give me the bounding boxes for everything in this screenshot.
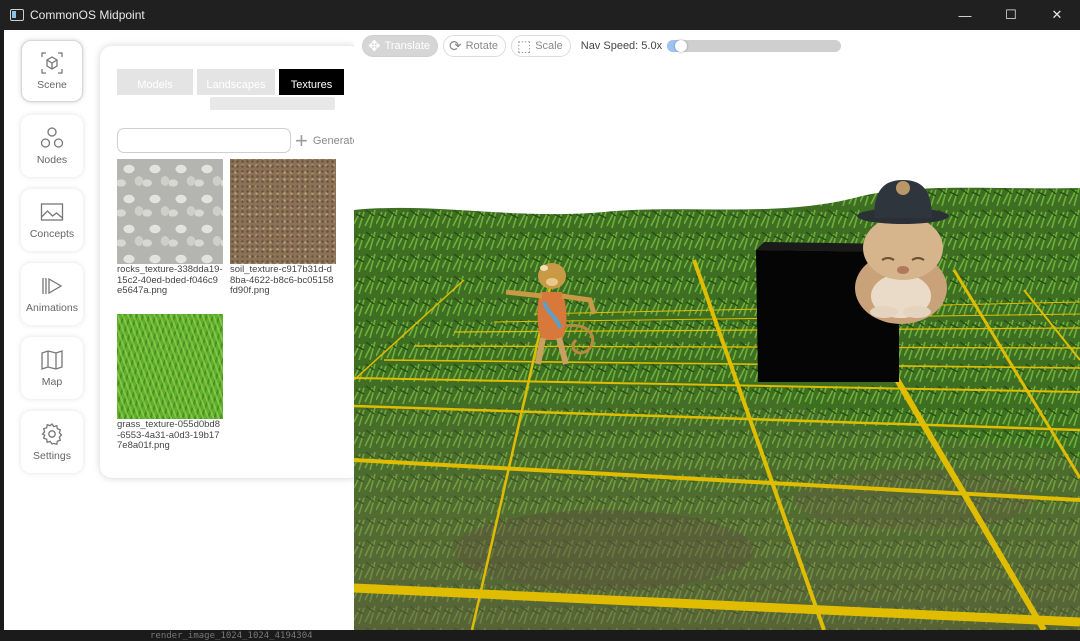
tab-textures[interactable]: Textures (279, 69, 344, 95)
nodes-icon (40, 126, 64, 150)
gear-icon (40, 422, 64, 446)
close-button[interactable]: ✕ (1034, 0, 1080, 30)
terrain-patch (454, 510, 754, 590)
texture-tile-grass[interactable]: grass_texture-055d0bd8-6553-4a31-a0d3-19… (117, 314, 223, 452)
nav-settings-label: Settings (33, 450, 71, 462)
minimize-button[interactable]: — (942, 0, 988, 30)
map-icon (40, 348, 64, 372)
nav-speed-knob[interactable] (675, 40, 687, 52)
window-title: CommonOS Midpoint (30, 8, 145, 22)
maximize-button[interactable]: ☐ (988, 0, 1034, 30)
scale-label: Scale (535, 40, 563, 52)
texture-tile-rocks[interactable]: rocks_texture-338dda19-15c2-40ed-bded-f0… (117, 159, 223, 297)
nav-map-button[interactable]: Map (21, 337, 83, 399)
tab-landscapes[interactable]: Landscapes (197, 69, 275, 95)
nav-nodes-label: Nodes (37, 154, 67, 166)
translate-label: Translate (385, 40, 430, 52)
terrain-patch (794, 470, 1034, 530)
nav-animations-button[interactable]: Animations (21, 263, 83, 325)
plus-icon: + (295, 130, 308, 152)
app-window: Scene Nodes Concepts Animations (4, 30, 1080, 630)
generate-input[interactable] (117, 128, 291, 153)
tab-sub-bar (210, 97, 335, 110)
transform-toolbar: ✥ Translate ⟳ Rotate ⬚ Scale Nav Speed: … (362, 35, 841, 57)
asset-panel: Models Landscapes Textures + Generate ro… (100, 46, 361, 478)
title-bar: CommonOS Midpoint — ☐ ✕ (0, 0, 1080, 30)
texture-filename: grass_texture-055d0bd8-6553-4a31-a0d3-19… (117, 420, 223, 452)
background-terminal-text: render_image_1024_1024_4194304 (0, 630, 1080, 641)
rotate-button[interactable]: ⟳ Rotate (443, 35, 506, 57)
scale-button[interactable]: ⬚ Scale (511, 35, 571, 57)
animation-icon (40, 274, 64, 298)
image-icon (40, 200, 64, 224)
nav-concepts-label: Concepts (30, 228, 74, 240)
app-icon (10, 9, 24, 21)
move-icon: ✥ (368, 39, 381, 54)
rotate-label: Rotate (466, 40, 498, 52)
nav-speed-label: Nav Speed: 5.0x (581, 40, 662, 52)
nav-speed-slider[interactable] (667, 40, 841, 52)
texture-thumbnail (117, 159, 223, 264)
tab-models[interactable]: Models (117, 69, 193, 95)
translate-button[interactable]: ✥ Translate (362, 35, 438, 57)
texture-tile-soil[interactable]: soil_texture-c917b31d-d8ba-4622-b8c6-bc0… (230, 159, 336, 297)
window-controls: — ☐ ✕ (942, 0, 1080, 30)
generate-label: Generate (313, 135, 359, 147)
texture-filename: soil_texture-c917b31d-d8ba-4622-b8c6-bc0… (230, 265, 336, 297)
nav-scene-button[interactable]: Scene (21, 40, 83, 102)
nav-map-label: Map (42, 376, 62, 388)
texture-thumbnail (230, 159, 336, 264)
scene-viewport[interactable]: ✥ Translate ⟳ Rotate ⬚ Scale Nav Speed: … (354, 30, 1080, 630)
nav-nodes-button[interactable]: Nodes (21, 115, 83, 177)
scale-icon: ⬚ (517, 39, 531, 54)
nav-concepts-button[interactable]: Concepts (21, 189, 83, 251)
texture-filename: rocks_texture-338dda19-15c2-40ed-bded-f0… (117, 265, 223, 297)
nav-animations-label: Animations (26, 302, 78, 314)
scene-canvas[interactable] (354, 30, 1080, 630)
cube-icon (40, 51, 64, 75)
rotate-icon: ⟳ (449, 39, 462, 54)
texture-thumbnail (117, 314, 223, 419)
left-pane: Scene Nodes Concepts Animations (4, 30, 354, 630)
nav-settings-button[interactable]: Settings (21, 411, 83, 473)
nav-scene-label: Scene (37, 79, 67, 91)
